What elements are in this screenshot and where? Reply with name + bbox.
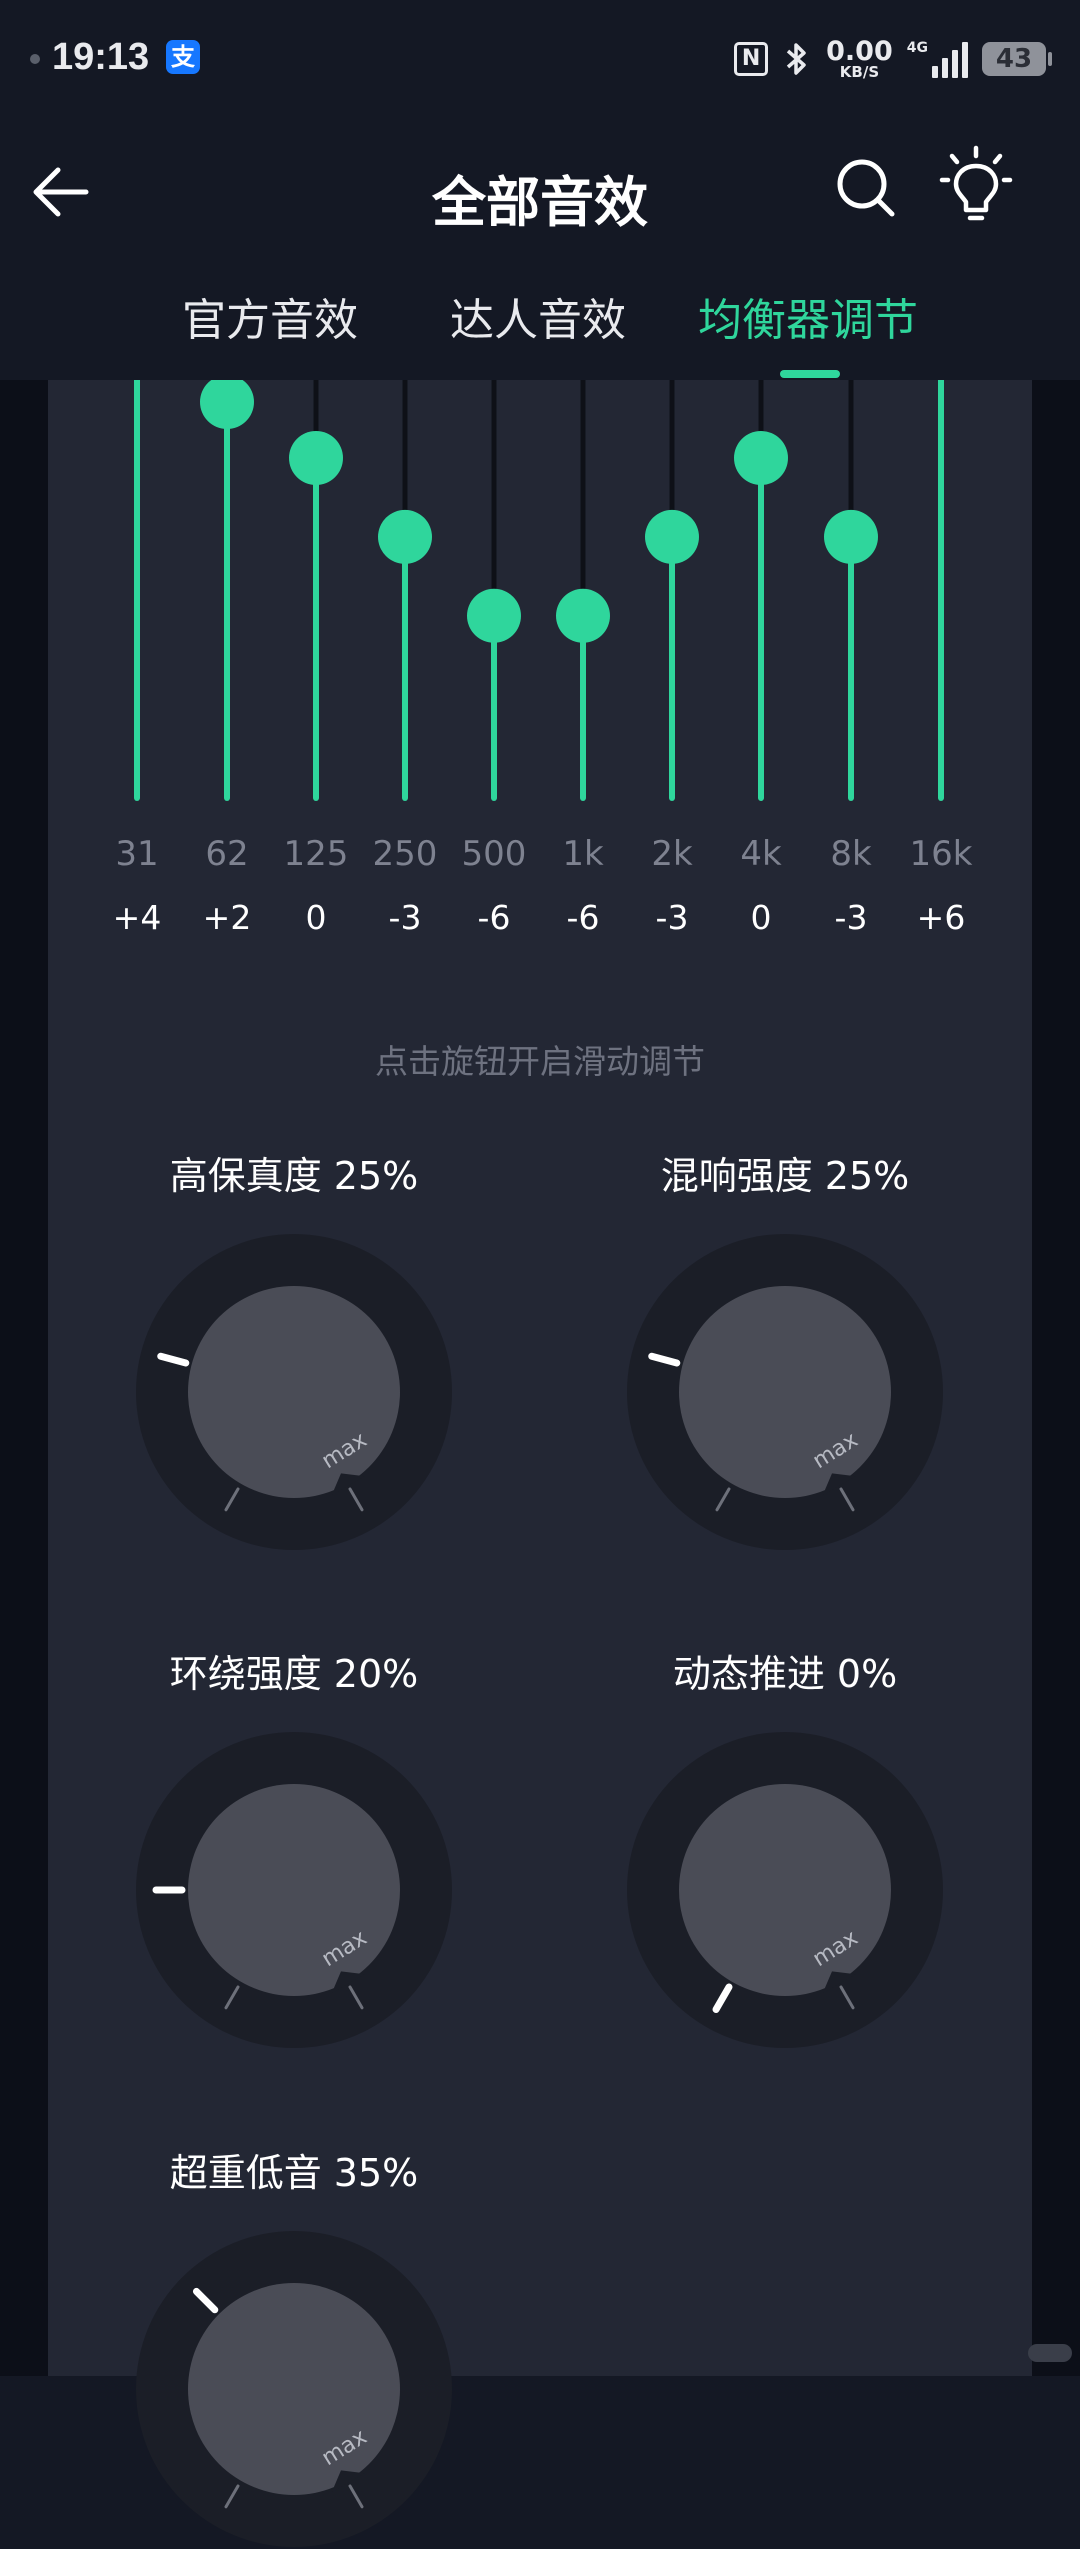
net-speed: 0.00 KB/S (826, 38, 893, 80)
eq-freq-label: 8k (830, 834, 872, 874)
status-bar: 19:13 支 N 0.00 KB/S 4G 43 (0, 0, 1080, 120)
eq-handle[interactable] (467, 588, 521, 643)
eq-handle[interactable] (734, 431, 788, 485)
eq-band-62[interactable] (200, 380, 254, 801)
nfc-icon: N (734, 42, 769, 76)
tab-active-indicator (780, 370, 840, 378)
knob-face (679, 1784, 891, 1996)
eq-freq-label: 2k (651, 834, 693, 874)
eq-gain-value: -6 (477, 898, 511, 937)
notification-dot (30, 54, 40, 64)
effect-knob[interactable]: max (134, 1730, 454, 2050)
eq-band-2k[interactable] (645, 380, 699, 801)
eq-gain-value: 0 (750, 898, 772, 937)
knob-face (188, 1286, 400, 1498)
effect-knob[interactable]: max (625, 1730, 945, 2050)
eq-band-500[interactable] (467, 380, 521, 801)
effect-knob[interactable]: max (134, 2229, 454, 2549)
eq-handle[interactable] (378, 509, 432, 564)
equalizer-sliders (134, 380, 944, 801)
bluetooth-icon (786, 43, 806, 75)
tab-official[interactable]: 官方音效 (182, 284, 358, 348)
eq-handle[interactable] (645, 509, 699, 564)
eq-freq-label: 16k (909, 834, 973, 874)
eq-freq-label: 31 (115, 834, 159, 874)
status-time: 19:13 (52, 36, 150, 78)
top-app-bar: 全部音效 (0, 120, 1080, 260)
watermark (1028, 2344, 1072, 2362)
effect-knob[interactable]: max (625, 1232, 945, 1552)
eq-band-250[interactable] (378, 380, 432, 801)
net-speed-unit: KB/S (839, 63, 880, 81)
eq-gain-value: -3 (655, 898, 689, 937)
net-speed-value: 0.00 (826, 36, 893, 67)
eq-gain-value: +2 (202, 898, 252, 937)
knob-face (188, 2283, 400, 2495)
search-icon[interactable] (834, 156, 898, 220)
tab-creators[interactable]: 达人音效 (450, 284, 626, 348)
knob-label: 环绕强度 20% (169, 1652, 419, 1696)
status-icons: N 0.00 KB/S 4G 43 (734, 34, 1052, 84)
eq-gain-value: -3 (834, 898, 868, 937)
eq-band-8k[interactable] (824, 380, 878, 801)
page-title: 全部音效 (432, 171, 648, 234)
eq-gain-value: 0 (305, 898, 327, 937)
knob-label: 动态推进 0% (672, 1652, 898, 1696)
eq-gain-value: -6 (566, 898, 600, 937)
signal-icon: 4G (907, 40, 968, 78)
eq-band-125[interactable] (289, 380, 343, 801)
eq-gain-value: +6 (916, 898, 966, 937)
knob-face (188, 1784, 400, 1996)
effect-knob[interactable]: max (134, 1232, 454, 1552)
eq-handle[interactable] (556, 588, 610, 643)
knob-label: 高保真度 25% (169, 1154, 419, 1198)
knob-face (679, 1286, 891, 1498)
eq-freq-label: 62 (205, 834, 249, 874)
knob-label: 混响强度 25% (660, 1154, 910, 1198)
eq-freq-label: 250 (372, 834, 438, 874)
tab-bar: 官方音效 达人音效 均衡器调节 (0, 260, 1080, 380)
eq-band-4k[interactable] (734, 380, 788, 801)
knob-hint: 点击旋钮开启滑动调节 (375, 1042, 705, 1081)
eq-gain-value: +4 (112, 898, 162, 937)
eq-freq-label: 125 (283, 834, 349, 874)
battery-icon: 43 (982, 42, 1052, 76)
eq-handle[interactable] (824, 509, 878, 564)
eq-freq-label: 4k (740, 834, 782, 874)
eq-handle[interactable] (289, 431, 343, 485)
network-type: 4G (906, 40, 928, 56)
eq-gain-value: -3 (388, 898, 422, 937)
alipay-icon: 支 (166, 40, 200, 74)
knob-label: 超重低音 35% (169, 2151, 419, 2195)
lightbulb-icon[interactable] (938, 144, 1014, 224)
eq-freq-label: 1k (562, 834, 604, 874)
tab-equalizer[interactable]: 均衡器调节 (698, 284, 918, 348)
eq-freq-label: 500 (461, 834, 527, 874)
eq-handle[interactable] (200, 380, 254, 429)
eq-band-1k[interactable] (556, 380, 610, 801)
